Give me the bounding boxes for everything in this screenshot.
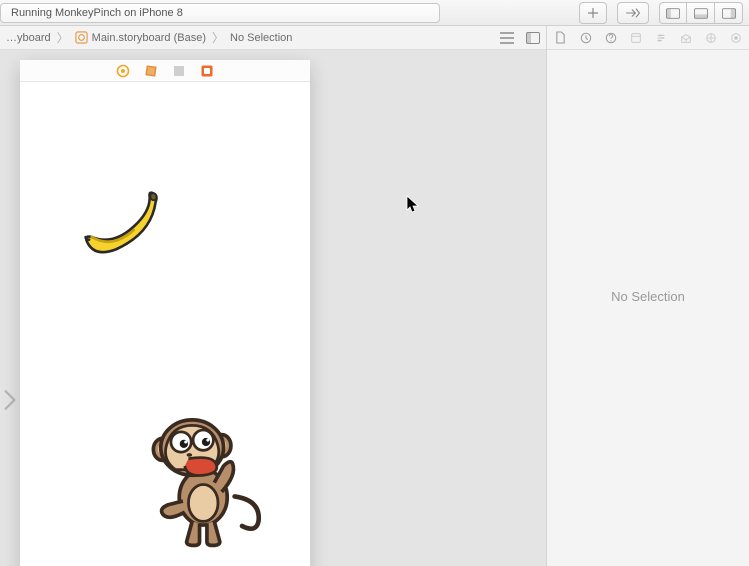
breadcrumb-item-folder[interactable]: …yboard	[2, 32, 55, 44]
breadcrumb-label: Main.storyboard (Base)	[92, 32, 206, 44]
toggle-debug-area-button[interactable]	[687, 2, 715, 24]
toolbar: Running MonkeyPinch on iPhone 8	[0, 0, 749, 26]
scene-dock	[20, 60, 310, 82]
version-editor-button[interactable]	[617, 2, 649, 24]
monkey-image-view[interactable]	[146, 408, 266, 548]
jump-bar: …yboard 〉 Main.storyboard (Base) 〉 No Se…	[0, 26, 546, 50]
storyboard-reference-icon[interactable]	[200, 64, 214, 78]
toggle-inspector-button[interactable]	[715, 2, 743, 24]
breadcrumb-label: …yboard	[6, 32, 51, 44]
first-responder-icon[interactable]	[144, 64, 158, 78]
exit-icon[interactable]	[172, 64, 186, 78]
breadcrumb-label: No Selection	[230, 32, 292, 44]
inspector-panel: No Selection	[546, 26, 749, 566]
toolbar-right-cluster	[579, 2, 743, 24]
inspector-empty-text: No Selection	[611, 289, 685, 304]
document-outline-toggle[interactable]	[0, 385, 20, 415]
breadcrumb-item-selection[interactable]: No Selection	[226, 32, 296, 44]
toggle-navigator-button[interactable]	[659, 2, 687, 24]
library-add-button[interactable]	[579, 2, 607, 24]
activity-status-pill[interactable]: Running MonkeyPinch on iPhone 8	[0, 3, 440, 23]
breadcrumb-item-storyboard[interactable]: Main.storyboard (Base)	[71, 31, 210, 44]
jump-bar-right	[498, 29, 542, 47]
interface-builder-canvas[interactable]	[0, 50, 546, 566]
inspector-empty-state: No Selection	[547, 26, 749, 566]
pane-toggle-group	[659, 2, 743, 24]
outline-view-toggle-icon[interactable]	[498, 29, 516, 47]
activity-status-text: Running MonkeyPinch on iPhone 8	[11, 7, 183, 19]
view-controller-icon[interactable]	[116, 64, 130, 78]
banana-image-view[interactable]	[80, 188, 170, 258]
chevron-right-icon: 〉	[210, 29, 226, 46]
adjust-editor-options-icon[interactable]	[524, 29, 542, 47]
storyboard-scene[interactable]	[20, 60, 310, 566]
chevron-right-icon: 〉	[55, 29, 71, 46]
storyboard-file-icon	[75, 31, 88, 44]
